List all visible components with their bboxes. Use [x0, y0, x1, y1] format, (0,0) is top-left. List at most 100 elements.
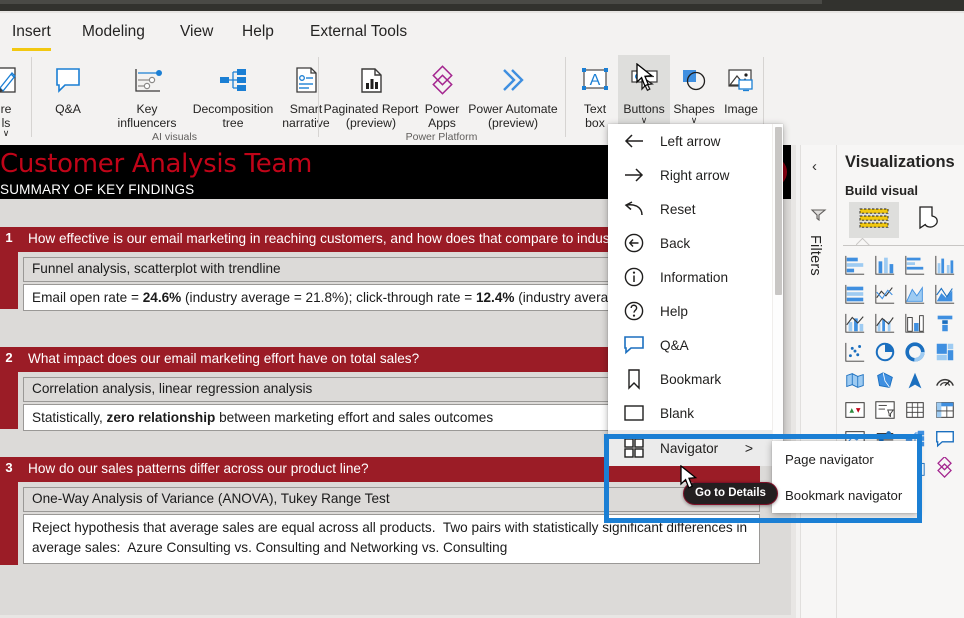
finding-3-result: Reject hypothesis that average sales are… — [23, 514, 760, 564]
submenu-item-bookmark-navigator[interactable]: Bookmark navigator — [772, 477, 918, 513]
viz-type-filled-map[interactable] — [870, 369, 900, 398]
viz-type-ribbon-chart[interactable] — [900, 311, 930, 340]
text-box-button[interactable]: A Text box — [572, 55, 618, 130]
qanda-button[interactable]: Q&A — [40, 55, 96, 117]
image-label: Image — [724, 102, 758, 116]
menu-item-qanda-label: Q&A — [660, 337, 689, 353]
tab-view[interactable]: View — [178, 20, 215, 44]
submenu-item-page-navigator[interactable]: Page navigator — [772, 441, 918, 477]
viz-type-gauge-chart[interactable] — [930, 369, 960, 398]
group-ai-visuals: Q&A Key influencers Decomposition tree S… — [32, 53, 330, 145]
tab-format-visual[interactable] — [905, 202, 955, 238]
image-button[interactable]: Image — [718, 55, 764, 117]
viz-type-stacked-bar-chart[interactable] — [840, 253, 870, 282]
viz-type-card[interactable] — [840, 398, 870, 427]
filters-rail: ‹ Filters — [800, 145, 837, 618]
viz-type-arcgis-map[interactable] — [900, 369, 930, 398]
menu-item-navigator-label: Navigator — [660, 440, 719, 456]
viz-type-treemap[interactable] — [930, 340, 960, 369]
group-label-power-platform: Power Platform — [405, 131, 478, 143]
viz-type-donut-chart[interactable] — [900, 340, 930, 369]
menu-item-back[interactable]: Back — [608, 226, 783, 260]
viz-type-line-and-stacked-column-chart[interactable] — [840, 311, 870, 340]
more-visuals-button[interactable]: re ls ∨ — [0, 55, 32, 138]
group-power-platform: Paginated Report (preview) Power Apps Po… — [319, 53, 564, 145]
viz-type-map[interactable] — [840, 369, 870, 398]
viz-type-table[interactable] — [900, 398, 930, 427]
title-bar-highlight — [0, 0, 822, 4]
filled-map-icon — [874, 370, 896, 397]
viz-type-qanda-visual[interactable] — [930, 427, 960, 456]
menu-item-bookmark[interactable]: Bookmark — [608, 362, 783, 396]
viz-type-stacked-area-chart[interactable] — [930, 282, 960, 311]
pie-chart-icon — [874, 341, 896, 368]
area-chart-icon — [904, 283, 926, 310]
viz-type-multi-row-card[interactable] — [870, 398, 900, 427]
window-title-bar — [0, 0, 964, 11]
viz-type-pie-chart[interactable] — [870, 340, 900, 369]
viz-type-waterfall-chart[interactable] — [930, 311, 960, 340]
tab-fields-build[interactable] — [849, 202, 899, 238]
paginated-report-button[interactable]: Paginated Report (preview) — [323, 55, 419, 130]
buttons-button[interactable]: Buttons ∨ — [618, 55, 670, 124]
navigator-grid-icon — [608, 437, 660, 459]
viz-type-area-chart[interactable] — [900, 282, 930, 311]
menu-item-qanda[interactable]: Q&A — [608, 328, 783, 362]
chevron-left-icon[interactable]: ‹ — [812, 158, 817, 175]
decomposition-tree-button[interactable]: Decomposition tree — [184, 55, 282, 130]
viz-type-scatter-chart[interactable] — [840, 340, 870, 369]
navigator-submenu[interactable]: Page navigator Bookmark navigator — [772, 441, 918, 513]
tab-help[interactable]: Help — [240, 20, 276, 44]
dropdown-scrollbar[interactable] — [772, 124, 783, 442]
reset-icon — [608, 201, 660, 217]
key-influencers-label: Key influencers — [117, 102, 177, 130]
buttons-caret-icon[interactable]: ∨ — [641, 115, 648, 124]
viz-type-power-apps[interactable] — [930, 455, 960, 485]
group-label-ai-visuals: AI visuals — [152, 131, 197, 143]
hundred-percent-stacked-bar-chart-icon — [844, 283, 866, 310]
multi-row-card-icon — [874, 399, 896, 426]
more-visuals-caret-icon[interactable]: ∨ — [3, 129, 10, 138]
tab-view-label: View — [180, 23, 214, 40]
filters-label[interactable]: Filters — [807, 235, 823, 276]
visualizations-pane: Visualizations Build visual Add dat — [836, 145, 964, 618]
menu-item-navigator[interactable]: Navigator > — [608, 430, 783, 466]
key-influencers-icon — [130, 58, 164, 102]
buttons-dropdown-menu[interactable]: Left arrow Right arrow Reset Back Inform… — [608, 124, 783, 466]
qanda-icon — [52, 58, 84, 102]
viz-type-stacked-column-chart[interactable] — [870, 253, 900, 282]
table-icon — [904, 399, 926, 426]
viz-type-matrix[interactable] — [930, 398, 960, 427]
dropdown-scrollbar-thumb[interactable] — [774, 127, 782, 295]
tab-modeling[interactable]: Modeling — [80, 20, 147, 44]
viz-type-hundred-percent-stacked-bar-chart[interactable] — [840, 282, 870, 311]
key-influencers-button[interactable]: Key influencers — [100, 55, 194, 130]
menu-item-information[interactable]: Information — [608, 260, 783, 294]
finding-1-number: 1 — [0, 227, 18, 252]
stacked-bar-chart-icon — [844, 254, 866, 281]
viz-type-clustered-column-chart[interactable] — [930, 253, 960, 282]
tab-insert[interactable]: Insert — [10, 20, 53, 51]
menu-item-help[interactable]: Help — [608, 294, 783, 328]
menu-item-left-arrow[interactable]: Left arrow — [608, 124, 783, 158]
power-apps-button[interactable]: Power Apps — [419, 55, 465, 130]
finding-3-result-text: Reject hypothesis that average sales are… — [32, 520, 748, 556]
shapes-button[interactable]: Shapes ∨ — [670, 55, 718, 124]
qanda-bubble-icon — [608, 335, 660, 355]
viz-type-line-and-clustered-column-chart[interactable] — [870, 311, 900, 340]
menu-item-reset[interactable]: Reset — [608, 192, 783, 226]
viz-type-clustered-bar-chart[interactable] — [900, 253, 930, 282]
viz-type-line-chart[interactable] — [870, 282, 900, 311]
left-arrow-icon — [608, 133, 660, 149]
finding-2-question-text: What impact does our email marketing eff… — [28, 351, 420, 366]
menu-item-blank[interactable]: Blank — [608, 396, 783, 430]
menu-item-right-arrow[interactable]: Right arrow — [608, 158, 783, 192]
shapes-caret-icon[interactable]: ∨ — [691, 115, 698, 124]
tab-external-tools[interactable]: External Tools — [308, 20, 409, 44]
arcgis-map-icon — [904, 370, 926, 397]
go-to-details-tooltip[interactable]: Go to Details — [683, 482, 778, 505]
finding-2-method-text: Correlation analysis, linear regression … — [32, 381, 313, 396]
power-automate-button[interactable]: Power Automate (preview) — [465, 55, 561, 130]
stacked-column-chart-icon — [874, 254, 896, 281]
filter-funnel-icon[interactable] — [810, 207, 828, 228]
